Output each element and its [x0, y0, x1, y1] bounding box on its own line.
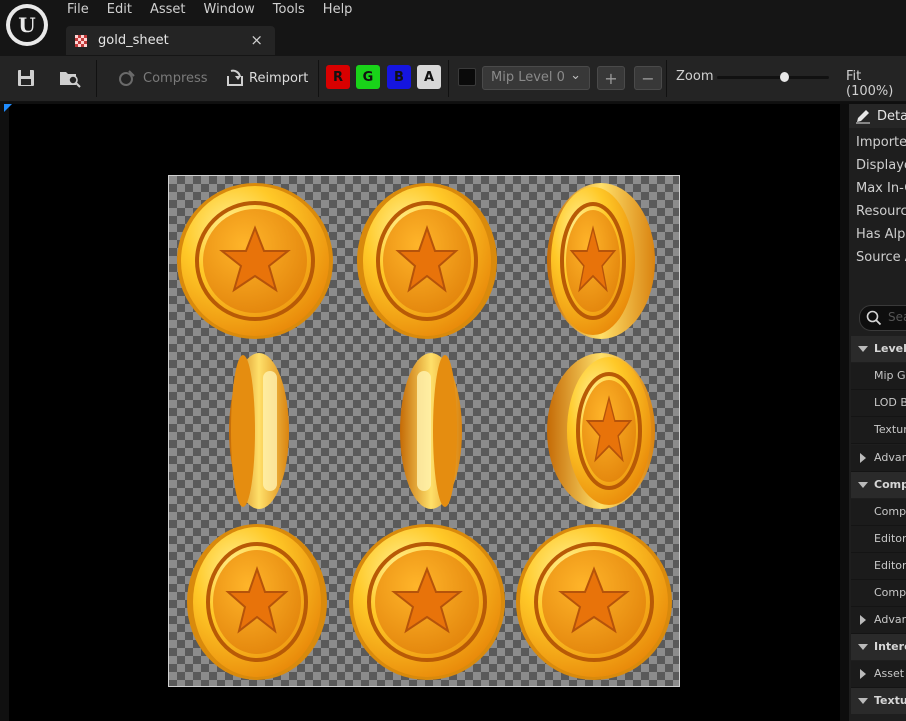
- menu-bar: File Edit Asset Window Tools Help: [58, 0, 361, 20]
- details-property-row[interactable]: Texture Group: [851, 417, 906, 444]
- zoom-slider-thumb[interactable]: [779, 72, 789, 82]
- menu-tools[interactable]: Tools: [264, 0, 314, 20]
- details-row-label: Texture Group: [874, 423, 906, 436]
- coin-sprite: [400, 353, 462, 509]
- zoom-label: Zoom: [676, 69, 714, 84]
- details-tab[interactable]: Details: [849, 104, 906, 128]
- tab-gold-sheet[interactable]: gold_sheet ×: [66, 26, 275, 55]
- browse-folder-icon: [60, 72, 81, 88]
- reimport-button[interactable]: Reimport: [225, 67, 308, 89]
- save-button[interactable]: [16, 67, 36, 89]
- details-section-header[interactable]: Texture: [851, 688, 906, 714]
- menu-edit[interactable]: Edit: [98, 0, 141, 20]
- unreal-logo-icon[interactable]: U: [6, 4, 48, 46]
- search-icon: [866, 310, 882, 326]
- coin-sprite: [547, 183, 655, 339]
- expand-arrow-right-icon[interactable]: [860, 615, 866, 625]
- viewport-corner-marker: [4, 104, 12, 112]
- property-source: Source A: [856, 250, 906, 265]
- mip-decrease-button[interactable]: −: [634, 66, 662, 90]
- details-section-header[interactable]: Level Of Detail: [851, 336, 906, 362]
- details-panel: Details Imported Displayed Max In-Game R…: [849, 104, 906, 721]
- details-search-input[interactable]: Search: [859, 305, 906, 331]
- details-row-label: Texture: [874, 694, 906, 707]
- menu-asset[interactable]: Asset: [141, 0, 195, 20]
- texture-preview: [168, 175, 680, 687]
- tab-close-icon[interactable]: ×: [250, 31, 263, 49]
- details-row-label: Asset Import Data: [874, 667, 906, 680]
- details-property-row[interactable]: Compression Quality: [851, 580, 906, 607]
- details-property-row[interactable]: Mip Gen Settings: [851, 363, 906, 390]
- property-has-alpha: Has Alpha: [856, 227, 906, 242]
- details-collapsed-group[interactable]: Advanced: [851, 607, 906, 634]
- property-imported: Imported: [856, 135, 906, 150]
- coin-sprite: [547, 353, 655, 509]
- details-collapsed-group[interactable]: Advanced: [851, 445, 906, 472]
- details-row-label: Level Of Detail: [874, 342, 906, 355]
- coin-sprite: [349, 524, 505, 680]
- expand-arrow-down-icon[interactable]: [858, 644, 868, 650]
- search-placeholder: Search: [888, 310, 906, 324]
- menu-help[interactable]: Help: [314, 0, 362, 20]
- details-row-label: Advanced: [874, 613, 906, 626]
- zoom-slider[interactable]: [717, 76, 829, 79]
- zoom-fit-value: Fit (100%): [846, 69, 894, 99]
- texture-asset-icon: [75, 35, 87, 47]
- details-row-label: Editor Default: [874, 532, 906, 545]
- panel-splitter[interactable]: [840, 104, 849, 721]
- details-row-label: LOD Bias: [874, 396, 906, 409]
- menu-window[interactable]: Window: [195, 0, 264, 20]
- details-property-row[interactable]: Compression Settings: [851, 499, 906, 526]
- details-row-label: Mip Gen Settings: [874, 369, 906, 382]
- details-row-label: Advanced: [874, 451, 906, 464]
- green-channel-toggle[interactable]: G: [356, 65, 380, 89]
- red-channel-toggle[interactable]: R: [326, 65, 350, 89]
- details-row-label: Compression: [874, 478, 906, 491]
- alpha-channel-toggle[interactable]: A: [417, 65, 441, 89]
- expand-arrow-down-icon[interactable]: [858, 482, 868, 488]
- property-displayed: Displayed: [856, 158, 906, 173]
- save-icon: [18, 70, 34, 86]
- mip-level-value: Mip Level 0: [491, 70, 565, 85]
- coin-sprite: [516, 524, 672, 680]
- toolbar: Compress Reimport R G B A: [0, 56, 906, 102]
- details-row-label: Editor Override: [874, 559, 906, 572]
- details-row-label: Compression Settings: [874, 505, 906, 518]
- details-section-header[interactable]: Interchange: [851, 634, 906, 660]
- reimport-icon: [227, 69, 243, 86]
- background-color-swatch[interactable]: [458, 68, 476, 86]
- tab-label: gold_sheet: [98, 33, 169, 48]
- details-property-row[interactable]: Editor Override: [851, 553, 906, 580]
- details-collapsed-group[interactable]: Asset Import Data: [851, 661, 906, 688]
- expand-arrow-right-icon[interactable]: [860, 669, 866, 679]
- reimport-label: Reimport: [249, 70, 309, 86]
- details-row-label: Interchange: [874, 640, 906, 653]
- details-title: Details: [877, 109, 906, 124]
- coin-sprite: [177, 183, 333, 339]
- compress-label: Compress: [143, 70, 208, 86]
- compress-icon: [119, 70, 135, 86]
- coin-sprite: [229, 353, 289, 509]
- browse-button[interactable]: [58, 67, 82, 89]
- pencil-icon: [856, 110, 870, 124]
- expand-arrow-down-icon[interactable]: [858, 346, 868, 352]
- chevron-down-icon: ⌄: [570, 68, 581, 83]
- expand-arrow-right-icon[interactable]: [860, 453, 866, 463]
- property-max-in-game: Max In-Game: [856, 181, 906, 196]
- coin-sprite: [187, 524, 327, 680]
- blue-channel-toggle[interactable]: B: [387, 65, 411, 89]
- title-bar: U File Edit Asset Window Tools Help gold…: [0, 0, 906, 56]
- property-resource: Resource: [856, 204, 906, 219]
- expand-arrow-down-icon[interactable]: [858, 698, 868, 704]
- mip-increase-button[interactable]: +: [597, 66, 625, 90]
- menu-file[interactable]: File: [58, 0, 98, 20]
- mip-level-dropdown[interactable]: Mip Level 0 ⌄: [482, 66, 590, 90]
- details-property-row[interactable]: Editor Default: [851, 526, 906, 553]
- coin-sprite: [357, 183, 497, 339]
- compress-button[interactable]: Compress: [117, 67, 208, 89]
- details-section-header[interactable]: Compression: [851, 472, 906, 498]
- details-property-row[interactable]: LOD Bias: [851, 390, 906, 417]
- details-row-label: Compression Quality: [874, 586, 906, 599]
